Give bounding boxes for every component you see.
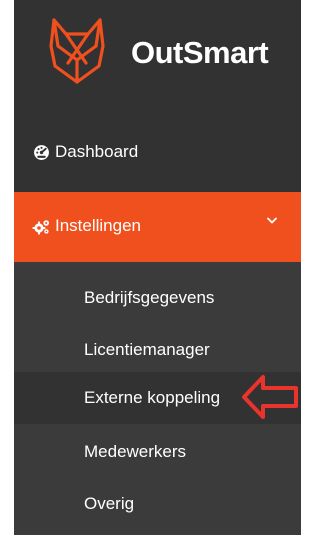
logo[interactable]: OutSmart (14, 0, 301, 120)
submenu-item-label: Licentiemanager (84, 340, 210, 359)
fox-logo-icon (49, 18, 105, 84)
submenu-item-label: Medewerkers (84, 442, 187, 461)
nav-item-dashboard[interactable]: Dashboard (14, 130, 301, 174)
chevron-down-icon[interactable] (266, 216, 278, 226)
logo-text: OutSmart (131, 35, 269, 70)
submenu-item-label: Externe koppeling (84, 388, 221, 407)
nav-item-instellingen[interactable]: Instellingen (14, 192, 301, 262)
submenu-item-overig[interactable]: Overig (14, 478, 301, 530)
nav-label-instellingen: Instellingen (55, 216, 142, 235)
arrow-left-icon (242, 375, 298, 419)
tachometer-icon (34, 145, 49, 160)
submenu-item-label: Overig (84, 494, 135, 513)
nav-label-dashboard: Dashboard (55, 142, 139, 161)
submenu-item-bedrijfsgegevens[interactable]: Bedrijfsgegevens (14, 272, 301, 324)
submenu-item-medewerkers[interactable]: Medewerkers (14, 426, 301, 478)
submenu-item-licentiemanager[interactable]: Licentiemanager (14, 324, 301, 376)
submenu-item-label: Bedrijfsgegevens (84, 288, 215, 307)
cogs-icon (32, 220, 49, 235)
sidebar: OutSmart Dashboard Instellingen Bedrijfs… (14, 0, 301, 535)
